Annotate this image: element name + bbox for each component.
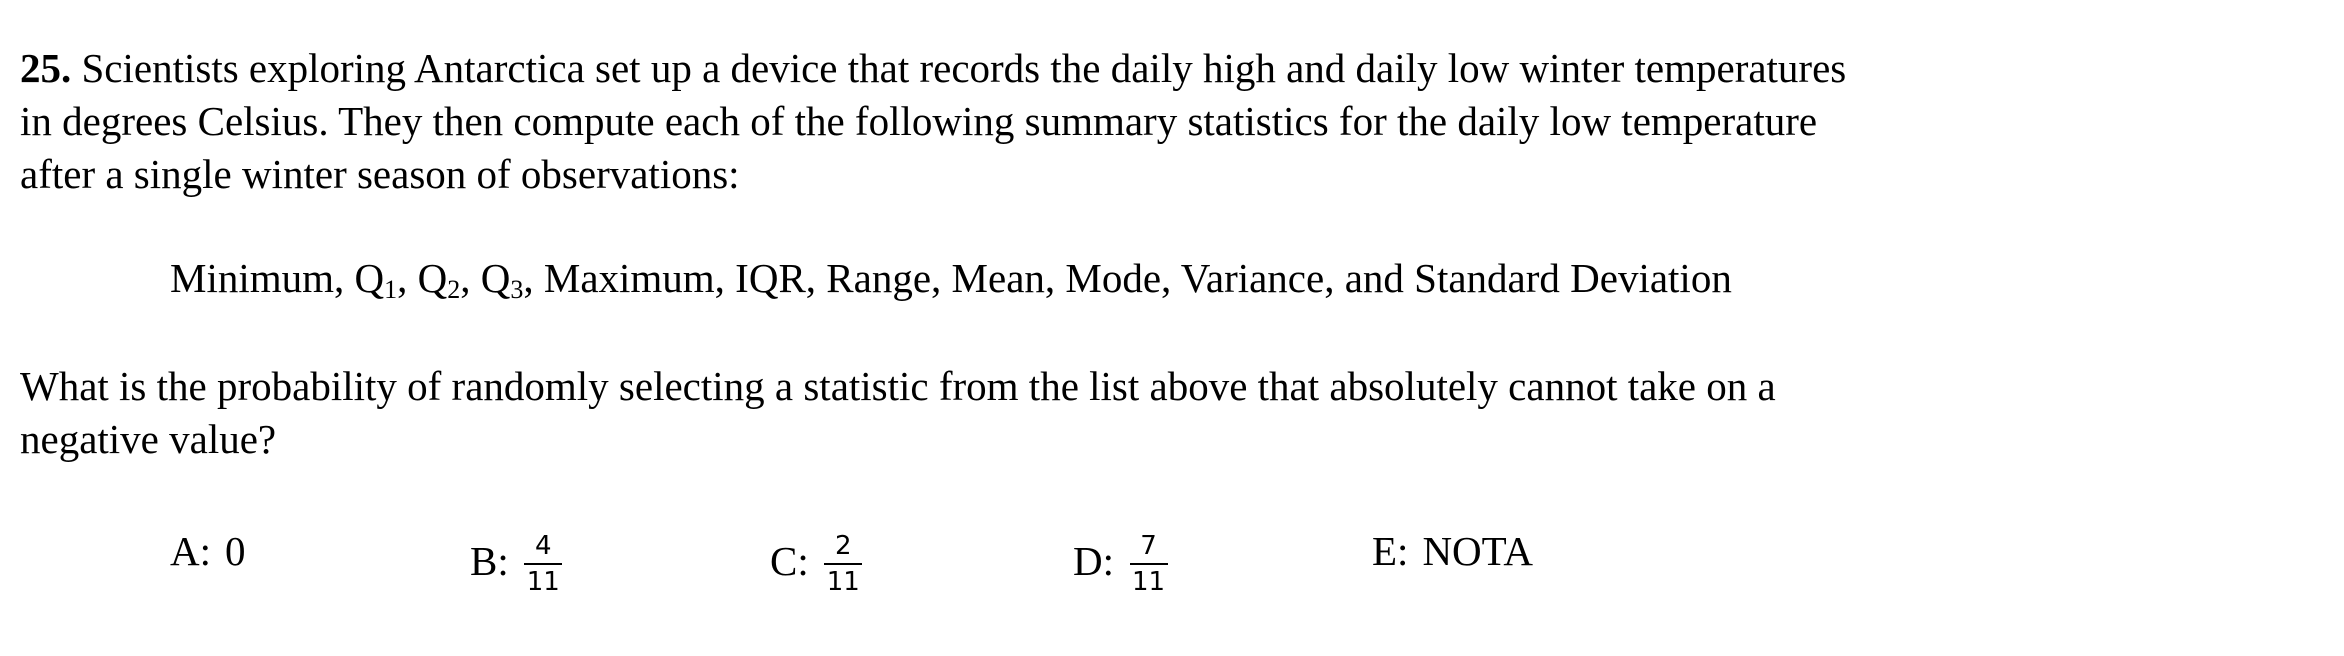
problem-statement: 25. Scientists exploring Antarctica set …: [20, 42, 2320, 201]
q1-subscript: 1: [384, 275, 398, 304]
choice-b[interactable]: B: 4 11: [470, 525, 564, 597]
choice-b-denominator: 11: [526, 567, 560, 597]
choice-d[interactable]: D: 7 11: [1073, 525, 1169, 597]
problem-text-1: Scientists exploring Antarctica set up a…: [71, 45, 1847, 91]
choice-e[interactable]: E: NOTA: [1372, 525, 1533, 578]
statistics-list: Minimum, Q1, Q2, Q3, Maximum, IQR, Range…: [170, 252, 1732, 305]
choice-d-fraction: 7 11: [1128, 531, 1169, 597]
choice-d-numerator: 7: [1140, 531, 1157, 561]
choice-e-letter: E:: [1372, 528, 1409, 574]
choice-c-fraction: 2 11: [823, 531, 864, 597]
choice-d-denominator: 11: [1132, 567, 1166, 597]
choice-b-letter: B:: [470, 537, 509, 584]
choice-c[interactable]: C: 2 11: [770, 525, 864, 597]
stat-text-start: Minimum, Q: [170, 255, 385, 301]
choice-a-value: 0: [225, 528, 246, 574]
stat-text-q3: , Q: [460, 255, 511, 301]
choice-b-numerator: 4: [535, 531, 552, 561]
question-line-2: negative value?: [20, 416, 277, 462]
choice-e-value: NOTA: [1422, 528, 1534, 574]
choice-d-letter: D:: [1073, 537, 1114, 584]
choice-c-denominator: 11: [826, 567, 860, 597]
stat-text-end: , Maximum, IQR, Range, Mean, Mode, Varia…: [523, 255, 1732, 301]
question-line-1: What is the probability of randomly sele…: [20, 363, 1776, 409]
question-number: 25.: [20, 45, 72, 91]
problem-line-2: in degrees Celsius. They then compute ea…: [20, 98, 1818, 144]
choice-b-fraction: 4 11: [523, 531, 564, 597]
choice-c-letter: C:: [770, 537, 809, 584]
choice-a[interactable]: A: 0: [170, 525, 246, 578]
q2-subscript: 2: [447, 275, 461, 304]
stat-text-q2: , Q: [397, 255, 448, 301]
question-prompt: What is the probability of randomly sele…: [20, 360, 2320, 466]
choice-a-letter: A:: [170, 528, 211, 574]
choice-c-numerator: 2: [835, 531, 852, 561]
problem-line-1: 25. Scientists exploring Antarctica set …: [20, 42, 2320, 95]
q3-subscript: 3: [510, 275, 524, 304]
problem-line-3: after a single winter season of observat…: [20, 151, 740, 197]
